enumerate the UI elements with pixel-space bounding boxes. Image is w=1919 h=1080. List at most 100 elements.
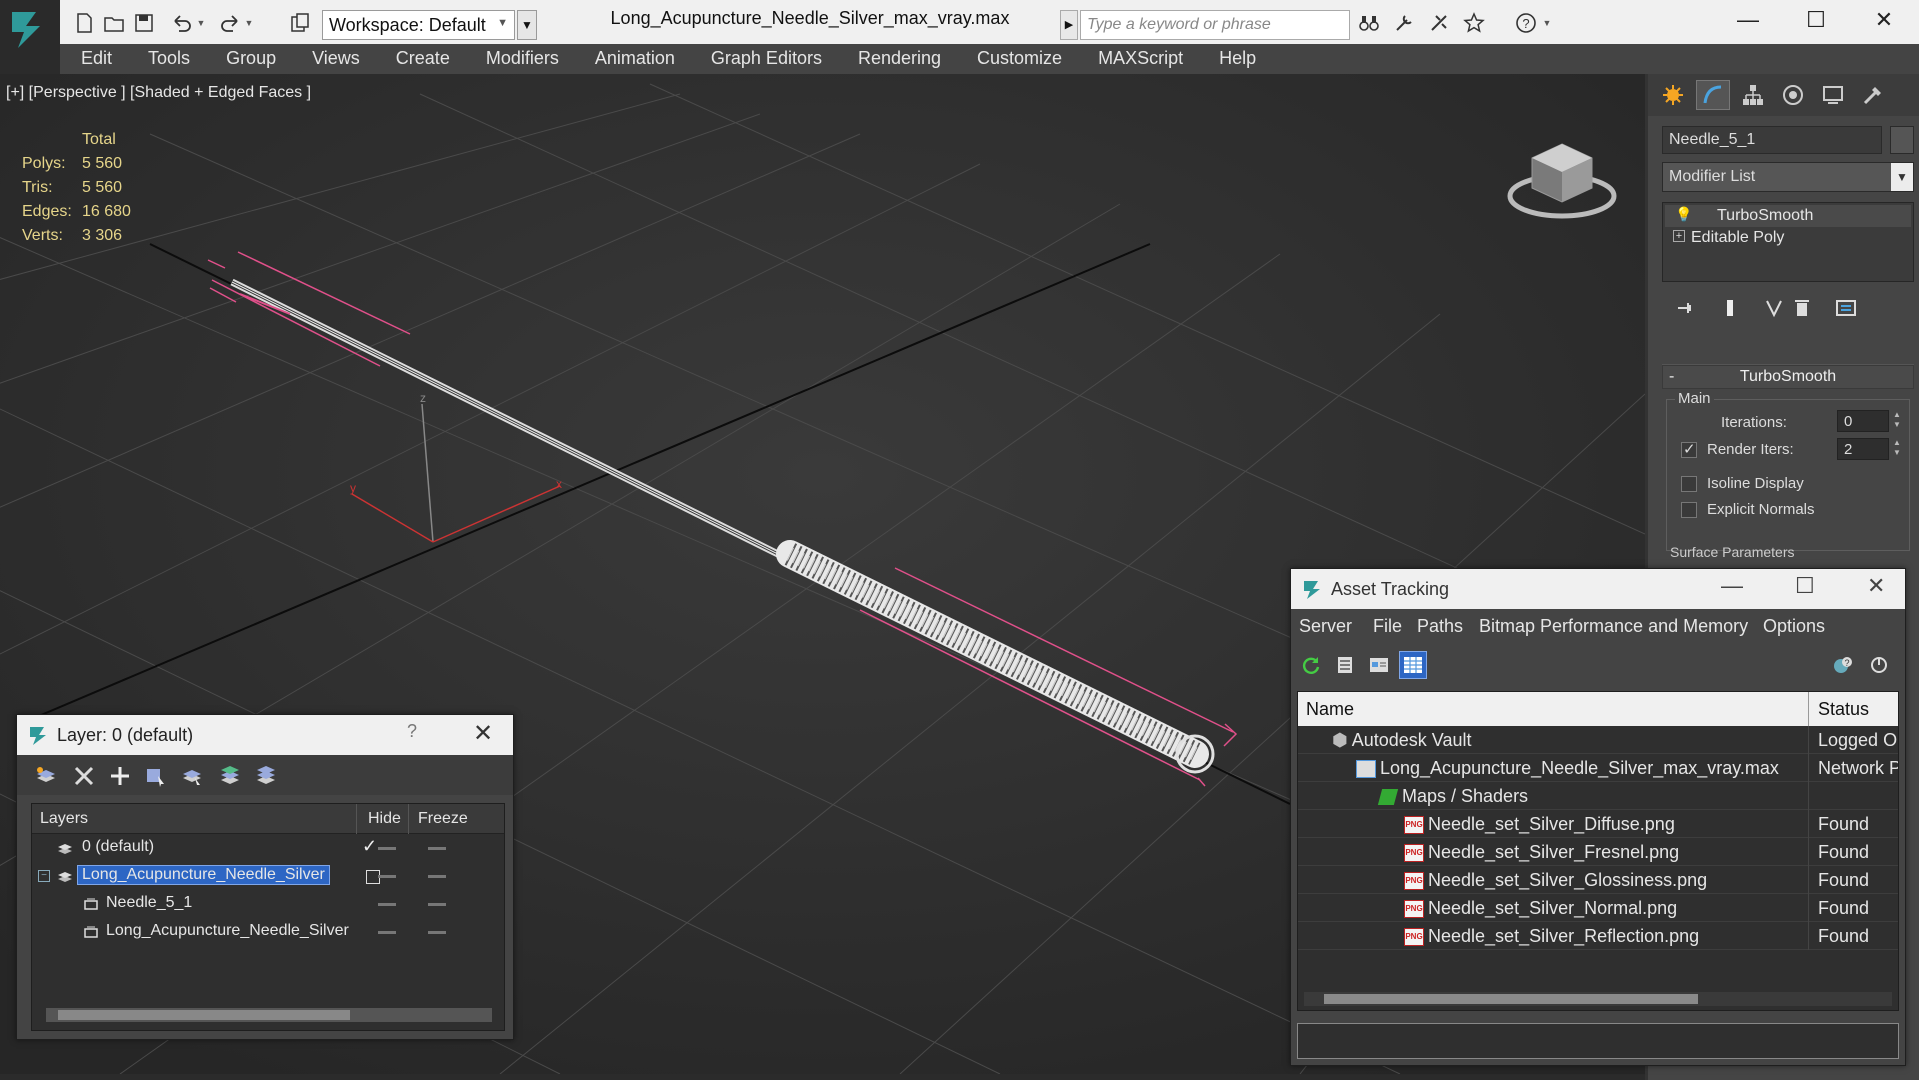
freeze-toggle[interactable] — [428, 931, 446, 934]
new-file-icon[interactable] — [70, 10, 98, 36]
collapse-minus-icon[interactable]: − — [38, 870, 50, 882]
asset-path-field[interactable] — [1297, 1023, 1899, 1059]
object-color-swatch[interactable] — [1890, 126, 1914, 154]
render-iters-checkbox[interactable] — [1681, 440, 1697, 458]
hide-freeze-all-icon[interactable] — [253, 763, 279, 789]
horizontal-scrollbar[interactable] — [46, 1008, 492, 1022]
redo-dropdown-icon[interactable]: ▼ — [242, 10, 256, 36]
column-header-freeze[interactable]: Freeze — [418, 810, 468, 828]
delete-layer-icon[interactable] — [71, 763, 97, 789]
expand-plus-icon[interactable]: + — [1673, 230, 1685, 242]
maximize-icon[interactable]: ☐ — [1781, 0, 1851, 40]
show-end-result-icon[interactable] — [1718, 296, 1742, 320]
close-icon[interactable]: ✕ — [473, 719, 493, 748]
layer-row[interactable]: − Long_Acupuncture_Needle_Silver — [32, 862, 504, 890]
column-divider[interactable] — [356, 804, 357, 834]
close-icon[interactable]: ✕ — [1867, 573, 1885, 599]
collapse-icon[interactable]: - — [1669, 366, 1674, 388]
isoline-display-checkbox[interactable] — [1681, 476, 1697, 492]
stack-item-turbosmooth[interactable]: 💡 TurboSmooth — [1665, 205, 1911, 227]
layer-dialog-titlebar[interactable]: Layer: 0 (default) ? ✕ — [17, 715, 513, 755]
list-view-icon[interactable] — [1331, 651, 1359, 679]
surface-parameters-rollout[interactable]: Surface Parameters — [1670, 544, 1795, 560]
render-iters-spinner-arrows[interactable]: ▲ ▼ — [1891, 438, 1903, 460]
highlight-layer-icon[interactable] — [217, 763, 243, 789]
asset-dialog-titlebar[interactable]: Asset Tracking — ☐ ✕ — [1291, 569, 1905, 609]
explicit-normals-checkbox[interactable] — [1681, 502, 1697, 518]
search-input[interactable] — [1080, 10, 1350, 40]
asset-row[interactable]: PNG Needle_set_Silver_Diffuse.png Found — [1298, 810, 1898, 838]
hide-toggle[interactable] — [378, 875, 396, 878]
configure-sets-icon[interactable] — [1834, 296, 1858, 320]
app-logo-icon[interactable] — [0, 0, 60, 60]
workspace-menu-button[interactable]: ▼ — [517, 10, 537, 40]
freeze-toggle[interactable] — [428, 875, 446, 878]
hide-toggle[interactable] — [378, 903, 396, 906]
iterations-spinner[interactable]: 0 — [1837, 410, 1889, 432]
lightbulb-icon[interactable]: 💡 — [1675, 206, 1692, 223]
sign-in-icon[interactable] — [1425, 10, 1453, 36]
display-tab-icon[interactable] — [1816, 80, 1850, 110]
column-divider[interactable] — [408, 804, 409, 834]
add-layer-icon[interactable] — [107, 763, 133, 789]
menu-options[interactable]: Options — [1763, 616, 1825, 637]
make-unique-icon[interactable] — [1762, 296, 1786, 320]
menu-bitmap-performance[interactable]: Bitmap Performance and Memory — [1479, 616, 1748, 637]
menu-views[interactable]: Views — [312, 44, 360, 74]
asset-row[interactable]: Maps / Shaders — [1298, 782, 1898, 810]
select-layer-icon[interactable] — [179, 763, 205, 789]
render-iters-spinner[interactable]: 2 — [1837, 438, 1889, 460]
close-icon[interactable]: ✕ — [1849, 0, 1919, 40]
undo-icon[interactable] — [168, 10, 196, 36]
menu-modifiers[interactable]: Modifiers — [486, 44, 559, 74]
menu-group[interactable]: Group — [226, 44, 276, 74]
layer-row[interactable]: Needle_5_1 — [32, 890, 504, 918]
turbosmooth-rollout-header[interactable]: - TurboSmooth — [1662, 365, 1914, 389]
scrollbar-thumb[interactable] — [1324, 994, 1698, 1004]
open-file-icon[interactable] — [100, 10, 128, 36]
menu-graph-editors[interactable]: Graph Editors — [711, 44, 822, 74]
layer-add-selection-icon[interactable] — [33, 763, 59, 789]
motion-tab-icon[interactable] — [1776, 80, 1810, 110]
vault-logout-icon[interactable] — [1865, 651, 1893, 679]
active-layer-check-icon[interactable]: ✓ — [362, 836, 377, 857]
save-file-icon[interactable] — [130, 10, 158, 36]
menu-rendering[interactable]: Rendering — [858, 44, 941, 74]
menu-customize[interactable]: Customize — [977, 44, 1062, 74]
maximize-icon[interactable]: ☐ — [1795, 573, 1815, 599]
menu-edit[interactable]: Edit — [81, 44, 112, 74]
create-tab-icon[interactable] — [1656, 80, 1690, 110]
menu-tools[interactable]: Tools — [148, 44, 190, 74]
viewcube-icon[interactable] — [1500, 126, 1620, 231]
modifier-list-dropdown[interactable]: Modifier List ▼ — [1662, 162, 1914, 192]
vault-help-icon[interactable]: ? — [1829, 651, 1857, 679]
stack-item-editable-poly[interactable]: + Editable Poly — [1665, 227, 1911, 249]
undo-dropdown-icon[interactable]: ▼ — [194, 10, 208, 36]
table-view-icon[interactable] — [1365, 651, 1393, 679]
iterations-spinner-arrows[interactable]: ▲ ▼ — [1891, 410, 1903, 432]
hide-toggle[interactable] — [378, 847, 396, 850]
utilities-tab-icon[interactable] — [1856, 80, 1890, 110]
grid-view-icon[interactable] — [1399, 651, 1427, 679]
refresh-icon[interactable] — [1297, 651, 1325, 679]
help-icon[interactable]: ? — [1512, 10, 1540, 36]
project-folder-icon[interactable] — [286, 10, 314, 36]
column-divider[interactable] — [1808, 692, 1809, 726]
asset-row[interactable]: PNG Needle_set_Silver_Fresnel.png Found — [1298, 838, 1898, 866]
horizontal-scrollbar[interactable] — [1304, 992, 1892, 1006]
column-header-status[interactable]: Status — [1818, 699, 1869, 720]
menu-file[interactable]: File — [1373, 616, 1402, 637]
asset-row[interactable]: Long_Acupuncture_Needle_Silver_max_vray.… — [1298, 754, 1898, 782]
minimize-icon[interactable]: — — [1713, 0, 1783, 40]
object-name-input[interactable] — [1662, 126, 1882, 154]
column-header-hide[interactable]: Hide — [368, 810, 401, 828]
menu-animation[interactable]: Animation — [595, 44, 675, 74]
freeze-toggle[interactable] — [428, 903, 446, 906]
viewport-label[interactable]: [+] [Perspective ] [Shaded + Edged Faces… — [6, 84, 311, 102]
select-objects-in-layer-icon[interactable] — [143, 763, 169, 789]
help-dropdown-icon[interactable]: ▼ — [1540, 10, 1554, 36]
pin-stack-icon[interactable] — [1674, 296, 1698, 320]
minimize-icon[interactable]: — — [1721, 573, 1743, 599]
help-icon[interactable]: ? — [407, 721, 417, 742]
workspace-dropdown[interactable]: Workspace: Default ▼ — [322, 10, 515, 40]
